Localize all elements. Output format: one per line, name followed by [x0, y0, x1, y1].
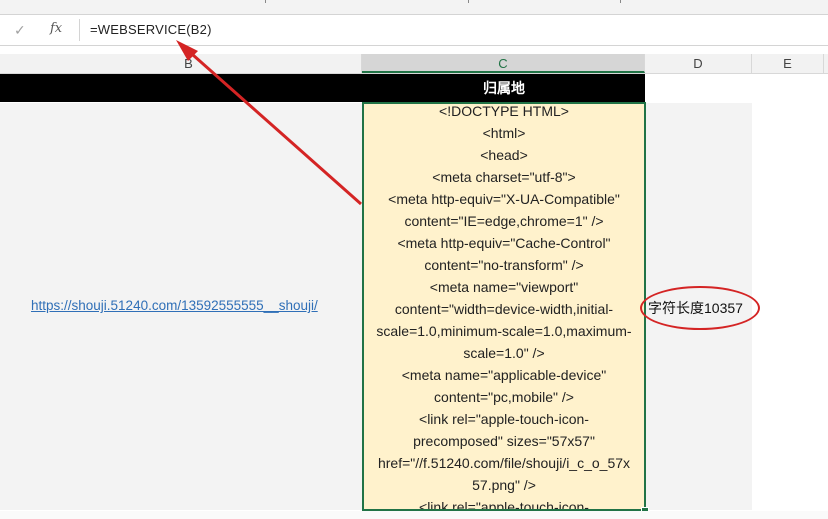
confirm-check-icon[interactable]: ✓: [14, 22, 26, 39]
cell-c2-selected[interactable]: <!DOCTYPE HTML> <html> <head> <meta charset…: [362, 102, 646, 511]
column-header-b[interactable]: B: [16, 54, 362, 73]
column-headers: B C D E: [0, 54, 828, 74]
cell-c2-line: <meta http-equiv="Cache-Control": [397, 235, 611, 251]
cell-b2-link[interactable]: https://shouji.51240.com/13592555555__sh…: [31, 298, 318, 313]
cell-c2-line: content="pc,mobile" />: [434, 389, 574, 405]
cell-c2-line: content="IE=edge,chrome=1" />: [404, 213, 604, 229]
ribbon-edge: [0, 0, 828, 15]
column-header-c[interactable]: C: [362, 54, 645, 73]
cell-c2-line: scale=1.0,minimum-scale=1.0,maximum-: [376, 323, 632, 339]
ribbon-tick: [265, 0, 266, 3]
cell-c2-line: precomposed" sizes="57x57": [413, 433, 595, 449]
formula-bar: ✓ fx =WEBSERVICE(B2): [0, 15, 828, 46]
sheet-bottom: [0, 511, 828, 519]
column-header-e[interactable]: E: [752, 54, 824, 73]
column-header-d[interactable]: D: [645, 54, 752, 73]
cell-c2-line: <html>: [482, 125, 526, 141]
header-cell-c[interactable]: 归属地: [363, 74, 645, 102]
ribbon-tick: [468, 0, 469, 3]
formula-bar-controls: ✓ fx: [0, 15, 78, 45]
column-header-a-edge[interactable]: [0, 54, 16, 73]
cell-c2-line: 57.png" />: [472, 477, 536, 493]
cell-c2-line: <!DOCTYPE HTML>: [439, 103, 569, 119]
ribbon-tick: [620, 0, 621, 3]
formula-bar-divider: [79, 19, 80, 41]
cell-c2-line: <meta name="viewport": [429, 279, 579, 295]
cell-c2-line: content="width=device-width,initial-: [394, 301, 614, 317]
cell-c2-line: <meta http-equiv="X-UA-Compatible": [388, 191, 620, 207]
header-row: 归属地: [0, 74, 645, 102]
cell-c2-line: <head>: [480, 147, 528, 163]
cell-c2-line: <link rel="apple-touch-icon-: [419, 411, 589, 427]
cell-c2-content: <!DOCTYPE HTML> <html> <head> <meta charset…: [364, 103, 644, 511]
cell-c2-line: scale=1.0" />: [463, 345, 545, 361]
insert-function-icon[interactable]: fx: [50, 21, 62, 36]
highlight-circle-annotation: [640, 286, 760, 330]
cell-c2-line: <meta charset="utf-8">: [432, 169, 576, 185]
cell-c2-line: href="//f.51240.com/file/shouji/i_c_o_57…: [377, 455, 631, 471]
formula-input[interactable]: =WEBSERVICE(B2): [90, 22, 212, 37]
cell-c2-line: <meta name="applicable-device": [401, 367, 607, 383]
cell-c2-line: <link rel="apple-touch-icon-: [419, 499, 589, 511]
cell-c2-line: content="no-transform" />: [424, 257, 584, 273]
